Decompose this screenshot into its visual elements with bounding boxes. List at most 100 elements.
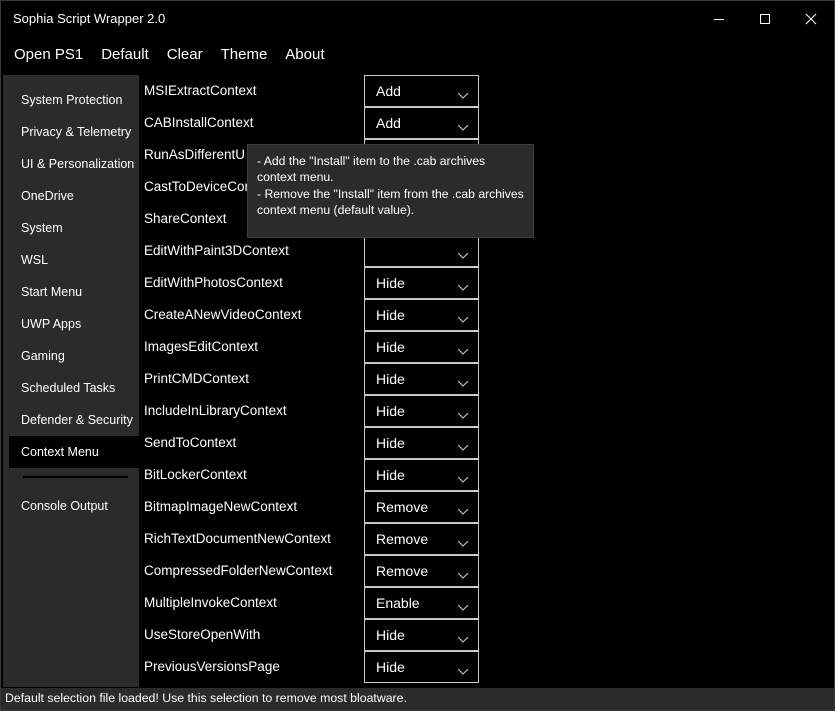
setting-dropdown[interactable]: Hide: [364, 459, 479, 491]
setting-dropdown[interactable]: Hide: [364, 651, 479, 683]
setting-row: CreateANewVideoContext Hide: [144, 299, 484, 331]
dropdown-value: Hide: [376, 467, 405, 483]
setting-dropdown[interactable]: Hide: [364, 363, 479, 395]
dropdown-value: Hide: [376, 339, 405, 355]
close-icon: [805, 13, 817, 25]
sidebar-item-start-menu[interactable]: Start Menu: [9, 276, 139, 308]
setting-row: UseStoreOpenWith Hide: [144, 619, 484, 651]
setting-row: BitLockerContext Hide: [144, 459, 484, 491]
setting-label: SendToContext: [144, 435, 237, 450]
setting-dropdown[interactable]: Hide: [364, 427, 479, 459]
setting-dropdown[interactable]: Hide: [364, 395, 479, 427]
setting-row: EditWithPhotosContext Hide: [144, 267, 484, 299]
setting-label: CreateANewVideoContext: [144, 307, 302, 322]
chevron-down-icon: [457, 343, 469, 355]
chevron-down-icon: [457, 119, 469, 131]
setting-dropdown[interactable]: Hide: [364, 331, 479, 363]
dropdown-value: Remove: [376, 563, 429, 579]
sidebar-item-defender-security[interactable]: Defender & Security: [9, 404, 139, 436]
chevron-down-icon: [457, 407, 469, 419]
chevron-down-icon: [457, 247, 469, 259]
tooltip-line-add: - Add the "Install" item to the .cab arc…: [257, 154, 486, 185]
menu-about[interactable]: About: [276, 37, 333, 73]
chevron-down-icon: [457, 279, 469, 291]
setting-label: IncludeInLibraryContext: [144, 403, 287, 418]
setting-row: CABInstallContext Add: [144, 107, 484, 139]
setting-row: PrintCMDContext Hide: [144, 363, 484, 395]
setting-dropdown[interactable]: Hide: [364, 619, 479, 651]
setting-row: MultipleInvokeContext Enable: [144, 587, 484, 619]
dropdown-value: Hide: [376, 275, 405, 291]
sidebar-item-privacy-telemetry[interactable]: Privacy & Telemetry: [9, 116, 139, 148]
setting-dropdown[interactable]: Add: [364, 75, 479, 107]
setting-row: IncludeInLibraryContext Hide: [144, 395, 484, 427]
window-title: Sophia Script Wrapper 2.0: [13, 11, 166, 26]
dropdown-value: Remove: [376, 499, 429, 515]
menu-theme[interactable]: Theme: [212, 37, 277, 73]
sidebar-item-scheduled-tasks[interactable]: Scheduled Tasks: [9, 372, 139, 404]
menu-default[interactable]: Default: [92, 37, 158, 73]
setting-row: EditWithPaint3DContext: [144, 235, 484, 267]
title-bar[interactable]: Sophia Script Wrapper 2.0: [1, 1, 834, 37]
status-bar: Default selection file loaded! Use this …: [1, 688, 834, 710]
sidebar-item-ui-personalization[interactable]: UI & Personalization: [9, 148, 139, 180]
setting-label: CABInstallContext: [144, 115, 254, 130]
setting-row: MSIExtractContext Add: [144, 75, 484, 107]
sidebar-item-context-menu[interactable]: Context Menu: [9, 436, 139, 468]
setting-row: CompressedFolderNewContext Remove: [144, 555, 484, 587]
tooltip: - Add the "Install" item to the .cab arc…: [247, 144, 534, 238]
setting-dropdown[interactable]: Hide: [364, 267, 479, 299]
setting-row: RichTextDocumentNewContext Remove: [144, 523, 484, 555]
tooltip-line-remove: - Remove the "Install" item from the .ca…: [257, 186, 524, 218]
setting-dropdown[interactable]: [364, 235, 479, 267]
dropdown-value: Add: [376, 83, 401, 99]
chevron-down-icon: [457, 503, 469, 515]
menu-open-ps1[interactable]: Open PS1: [5, 37, 92, 73]
maximize-icon: [760, 14, 770, 24]
chevron-down-icon: [457, 471, 469, 483]
sidebar: System Protection Privacy & Telemetry UI…: [3, 75, 139, 687]
sidebar-divider: [23, 476, 128, 478]
sidebar-item-onedrive[interactable]: OneDrive: [9, 180, 139, 212]
chevron-down-icon: [457, 567, 469, 579]
setting-label: BitLockerContext: [144, 467, 247, 482]
setting-row: SendToContext Hide: [144, 427, 484, 459]
sidebar-item-system[interactable]: System: [9, 212, 139, 244]
chevron-down-icon: [457, 87, 469, 99]
setting-label: PrintCMDContext: [144, 371, 250, 386]
sidebar-item-wsl[interactable]: WSL: [9, 244, 139, 276]
setting-row: BitmapImageNewContext Remove: [144, 491, 484, 523]
dropdown-value: Add: [376, 115, 401, 131]
setting-label: RichTextDocumentNewContext: [144, 531, 331, 546]
sidebar-item-gaming[interactable]: Gaming: [9, 340, 139, 372]
setting-row: ImagesEditContext Hide: [144, 331, 484, 363]
sidebar-item-system-protection[interactable]: System Protection: [9, 84, 139, 116]
dropdown-value: Remove: [376, 531, 429, 547]
setting-label: EditWithPhotosContext: [144, 275, 283, 290]
menu-clear[interactable]: Clear: [158, 37, 212, 73]
sidebar-item-console-output[interactable]: Console Output: [9, 490, 139, 522]
sidebar-item-uwp-apps[interactable]: UWP Apps: [9, 308, 139, 340]
setting-label: MSIExtractContext: [144, 83, 257, 98]
setting-dropdown[interactable]: Enable: [364, 587, 479, 619]
setting-dropdown[interactable]: Remove: [364, 555, 479, 587]
setting-label: UseStoreOpenWith: [144, 627, 261, 642]
setting-dropdown[interactable]: Add: [364, 107, 479, 139]
setting-label: ImagesEditContext: [144, 339, 259, 354]
close-button[interactable]: [788, 1, 834, 37]
setting-label: RunAsDifferentU: [144, 147, 246, 162]
dropdown-value: Hide: [376, 627, 405, 643]
chevron-down-icon: [457, 439, 469, 451]
setting-row: PreviousVersionsPage Hide: [144, 651, 484, 683]
setting-label: CastToDeviceCor: [144, 179, 250, 194]
setting-label: BitmapImageNewContext: [144, 499, 298, 514]
chevron-down-icon: [457, 535, 469, 547]
maximize-button[interactable]: [742, 1, 788, 37]
app-window: Sophia Script Wrapper 2.0 Open PS1 Defau…: [0, 0, 835, 711]
dropdown-value: Hide: [376, 307, 405, 323]
minimize-button[interactable]: [696, 1, 742, 37]
chevron-down-icon: [457, 631, 469, 643]
setting-dropdown[interactable]: Remove: [364, 523, 479, 555]
setting-dropdown[interactable]: Hide: [364, 299, 479, 331]
setting-dropdown[interactable]: Remove: [364, 491, 479, 523]
